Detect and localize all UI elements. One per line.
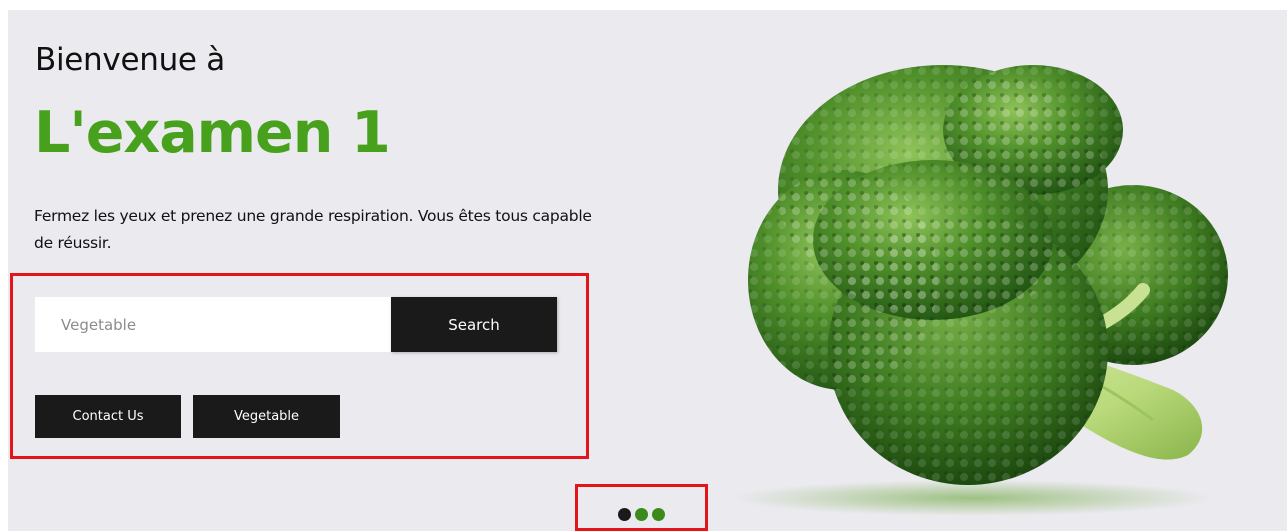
welcome-heading: Bienvenue à: [35, 42, 225, 78]
vegetable-button[interactable]: Vegetable: [193, 395, 340, 438]
carousel-dot-2[interactable]: [635, 508, 648, 521]
carousel-indicators: [618, 508, 665, 521]
hero-banner: Bienvenue à L'examen 1 Fermez les yeux e…: [8, 10, 1287, 531]
page-title: L'examen 1: [34, 100, 391, 166]
hero-subtitle: Fermez les yeux et prenez une grande res…: [34, 207, 592, 252]
contact-us-button[interactable]: Contact Us: [35, 395, 181, 438]
carousel-dot-1[interactable]: [618, 508, 631, 521]
broccoli-image: [733, 65, 1228, 516]
search-button[interactable]: Search: [391, 297, 557, 352]
search-input[interactable]: [35, 297, 391, 352]
carousel-dot-3[interactable]: [652, 508, 665, 521]
